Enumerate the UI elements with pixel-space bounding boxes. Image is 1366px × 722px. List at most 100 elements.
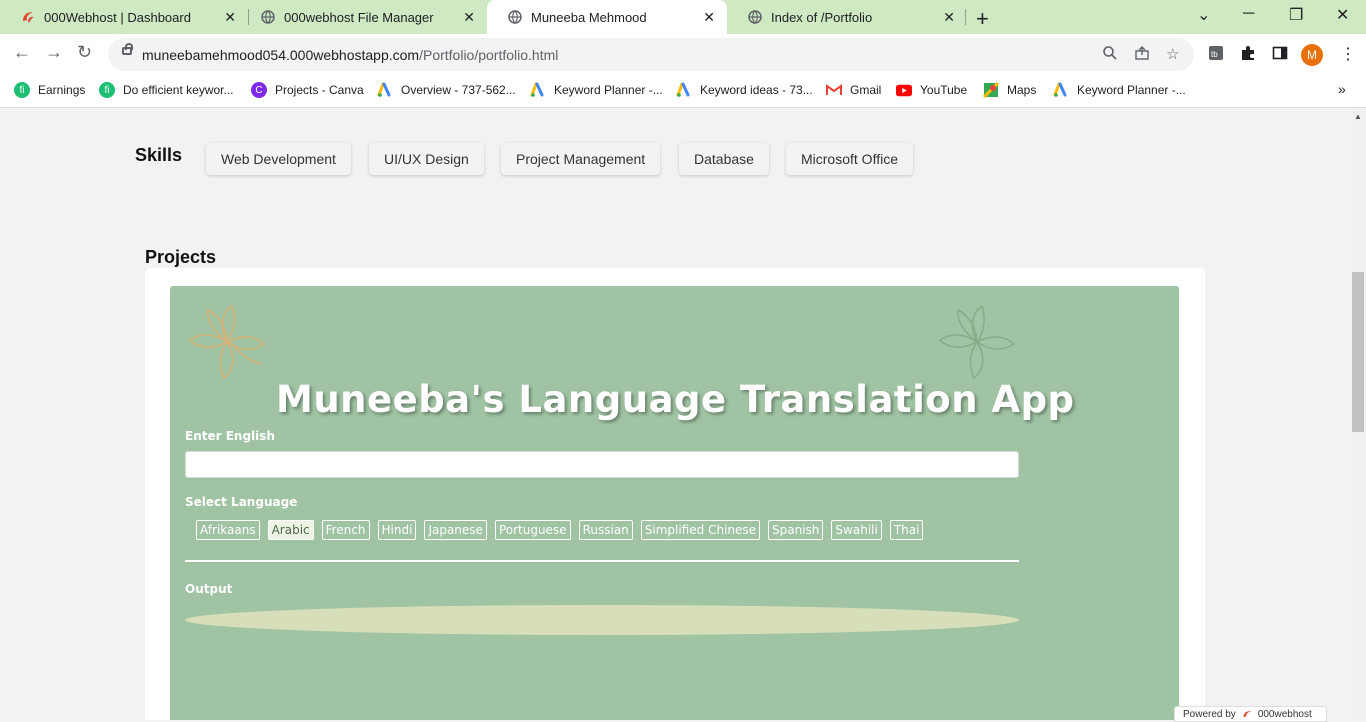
share-icon[interactable] xyxy=(1134,45,1150,65)
globe-icon xyxy=(507,9,523,25)
tab-muneeba-mehmood[interactable]: Muneeba Mehmood ✕ xyxy=(487,0,727,34)
google-ads-icon xyxy=(676,82,692,98)
bookmark-maps[interactable]: Maps xyxy=(983,82,1036,98)
bookmark-star-icon[interactable]: ☆ xyxy=(1166,45,1179,63)
language-option-swahili[interactable]: Swahili xyxy=(831,520,882,540)
back-arrow-icon[interactable]: ← xyxy=(13,42,31,63)
close-tab-icon[interactable]: ✕ xyxy=(463,9,475,26)
language-option-french[interactable]: French xyxy=(321,520,370,540)
output-label: Output xyxy=(185,582,233,596)
bookmark-label: YouTube xyxy=(920,83,968,97)
language-option-afrikaans[interactable]: Afrikaans xyxy=(196,520,260,540)
tab-file-manager[interactable]: 000webhost File Manager ✕ xyxy=(240,0,487,34)
close-tab-icon[interactable]: ✕ xyxy=(224,9,236,26)
bookmark-gmail[interactable]: Gmail xyxy=(826,82,881,98)
language-option-japanese[interactable]: Japanese xyxy=(424,520,487,540)
bookmark-earnings[interactable]: fi Earnings xyxy=(14,82,85,98)
bookmark-canva[interactable]: C Projects - Canva xyxy=(251,82,364,98)
google-ads-icon xyxy=(530,82,546,98)
lock-icon[interactable] xyxy=(122,43,133,55)
tab-title: Muneeba Mehmood xyxy=(531,9,647,25)
skill-chip: Web Development xyxy=(206,143,351,175)
output-field xyxy=(185,605,1019,635)
language-option-hindi[interactable]: Hindi xyxy=(377,520,417,540)
tab-title: 000Webhost | Dashboard xyxy=(44,9,191,25)
powered-by-brand: 000webhost xyxy=(1257,708,1312,720)
language-option-simplified-chinese[interactable]: Simplified Chinese xyxy=(640,520,761,540)
bookmark-label: Earnings xyxy=(38,83,86,97)
bookmark-keyword-ideas[interactable]: Keyword ideas - 73... xyxy=(676,82,813,98)
projects-heading: Projects xyxy=(145,247,217,267)
skill-chip: Database xyxy=(679,143,769,175)
bookmark-label: Gmail xyxy=(850,83,882,97)
powered-by-text: Powered by xyxy=(1183,708,1236,720)
tab-strip: 000Webhost | Dashboard ✕ 000webhost File… xyxy=(0,0,1366,34)
translation-app-embed: Muneeba's Language Translation App Enter… xyxy=(170,286,1179,720)
close-tab-icon[interactable]: ✕ xyxy=(703,9,715,26)
reload-icon[interactable]: ↻ xyxy=(77,42,92,63)
scroll-up-arrow-icon[interactable]: ▲ xyxy=(1354,112,1362,121)
more-menu-icon[interactable]: ⋮ xyxy=(1340,44,1356,64)
svg-text:tb: tb xyxy=(1211,50,1218,59)
tab-separator xyxy=(965,9,966,25)
select-language-label: Select Language xyxy=(185,495,298,509)
app-title: Muneeba's Language Translation App xyxy=(276,378,1075,421)
bookmarks-overflow-chevron-icon[interactable]: » xyxy=(1338,81,1346,97)
maps-icon xyxy=(983,82,999,98)
skill-chip: Microsoft Office xyxy=(786,143,913,175)
tab-000webhost-dashboard[interactable]: 000Webhost | Dashboard ✕ xyxy=(0,0,248,34)
bookmark-label: Keyword ideas - 73... xyxy=(700,83,813,97)
skill-chip: Project Management xyxy=(501,143,661,175)
forward-arrow-icon[interactable]: → xyxy=(45,42,63,63)
extension-tb-icon[interactable]: tb xyxy=(1208,45,1224,65)
tab-title: Index of /Portfolio xyxy=(771,9,873,25)
gmail-icon xyxy=(826,82,842,98)
google-ads-icon xyxy=(377,82,393,98)
browser-toolbar: ← → ↻ muneebamehmood054.000webhostapp.co… xyxy=(0,34,1366,75)
side-panel-icon[interactable] xyxy=(1272,45,1288,65)
bookmarks-bar: fi Earnings fi Do efficient keywor... C … xyxy=(0,75,1366,108)
profile-avatar[interactable]: M xyxy=(1301,44,1323,66)
flower-decoration-icon xyxy=(188,304,266,380)
000webhost-icon xyxy=(1242,709,1254,719)
bookmark-label: Maps xyxy=(1007,83,1037,97)
language-option-russian[interactable]: Russian xyxy=(578,520,633,540)
language-option-arabic[interactable]: Arabic xyxy=(267,520,314,540)
bookmark-label: Keyword Planner -... xyxy=(1077,83,1186,97)
url-text[interactable]: muneebamehmood054.000webhostapp.com/Port… xyxy=(142,47,558,63)
language-option-thai[interactable]: Thai xyxy=(889,520,924,540)
tab-search-chevron-icon[interactable]: ⌄ xyxy=(1197,5,1210,25)
globe-icon xyxy=(260,9,276,25)
close-tab-icon[interactable]: ✕ xyxy=(943,9,955,26)
language-option-portuguese[interactable]: Portuguese xyxy=(494,520,571,540)
page-viewport: Skills Web Development UI/UX Design Proj… xyxy=(0,108,1350,720)
bookmark-label: Keyword Planner -... xyxy=(554,83,663,97)
skill-chip: UI/UX Design xyxy=(369,143,484,175)
bookmark-keyword-planner[interactable]: Keyword Planner -... xyxy=(530,82,663,98)
fiverr-icon: fi xyxy=(14,82,30,98)
english-text-input[interactable] xyxy=(185,451,1019,478)
minimize-icon[interactable]: ─ xyxy=(1243,5,1254,23)
url-host: muneebamehmood054.000webhostapp.com xyxy=(142,47,420,63)
scrollbar-thumb[interactable] xyxy=(1352,272,1364,432)
flower-decoration-icon xyxy=(938,304,1016,380)
bookmark-keyword-gig[interactable]: fi Do efficient keywor... xyxy=(99,82,234,98)
google-ads-icon xyxy=(1053,82,1069,98)
bookmark-youtube[interactable]: YouTube xyxy=(896,82,967,98)
bookmark-overview[interactable]: Overview - 737-562... xyxy=(377,82,516,98)
language-option-spanish[interactable]: Spanish xyxy=(768,520,824,540)
extensions-puzzle-icon[interactable] xyxy=(1240,45,1256,65)
vertical-scrollbar[interactable]: ▲ xyxy=(1350,108,1366,720)
zoom-magnifier-icon[interactable] xyxy=(1102,45,1118,65)
tab-index-of-portfolio[interactable]: Index of /Portfolio ✕ xyxy=(727,0,967,34)
canva-icon: C xyxy=(251,82,267,98)
divider xyxy=(185,560,1019,562)
bookmark-keyword-planner-2[interactable]: Keyword Planner -... xyxy=(1053,82,1186,98)
close-window-icon[interactable]: ✕ xyxy=(1336,5,1349,25)
restore-icon[interactable]: ❐ xyxy=(1289,5,1303,25)
language-options: Afrikaans Arabic French Hindi Japanese P… xyxy=(196,520,931,540)
youtube-icon xyxy=(896,82,912,98)
address-bar[interactable]: muneebamehmood054.000webhostapp.com/Port… xyxy=(108,38,1194,71)
bookmark-label: Overview - 737-562... xyxy=(401,83,516,97)
new-tab-plus-icon[interactable]: + xyxy=(976,6,989,32)
